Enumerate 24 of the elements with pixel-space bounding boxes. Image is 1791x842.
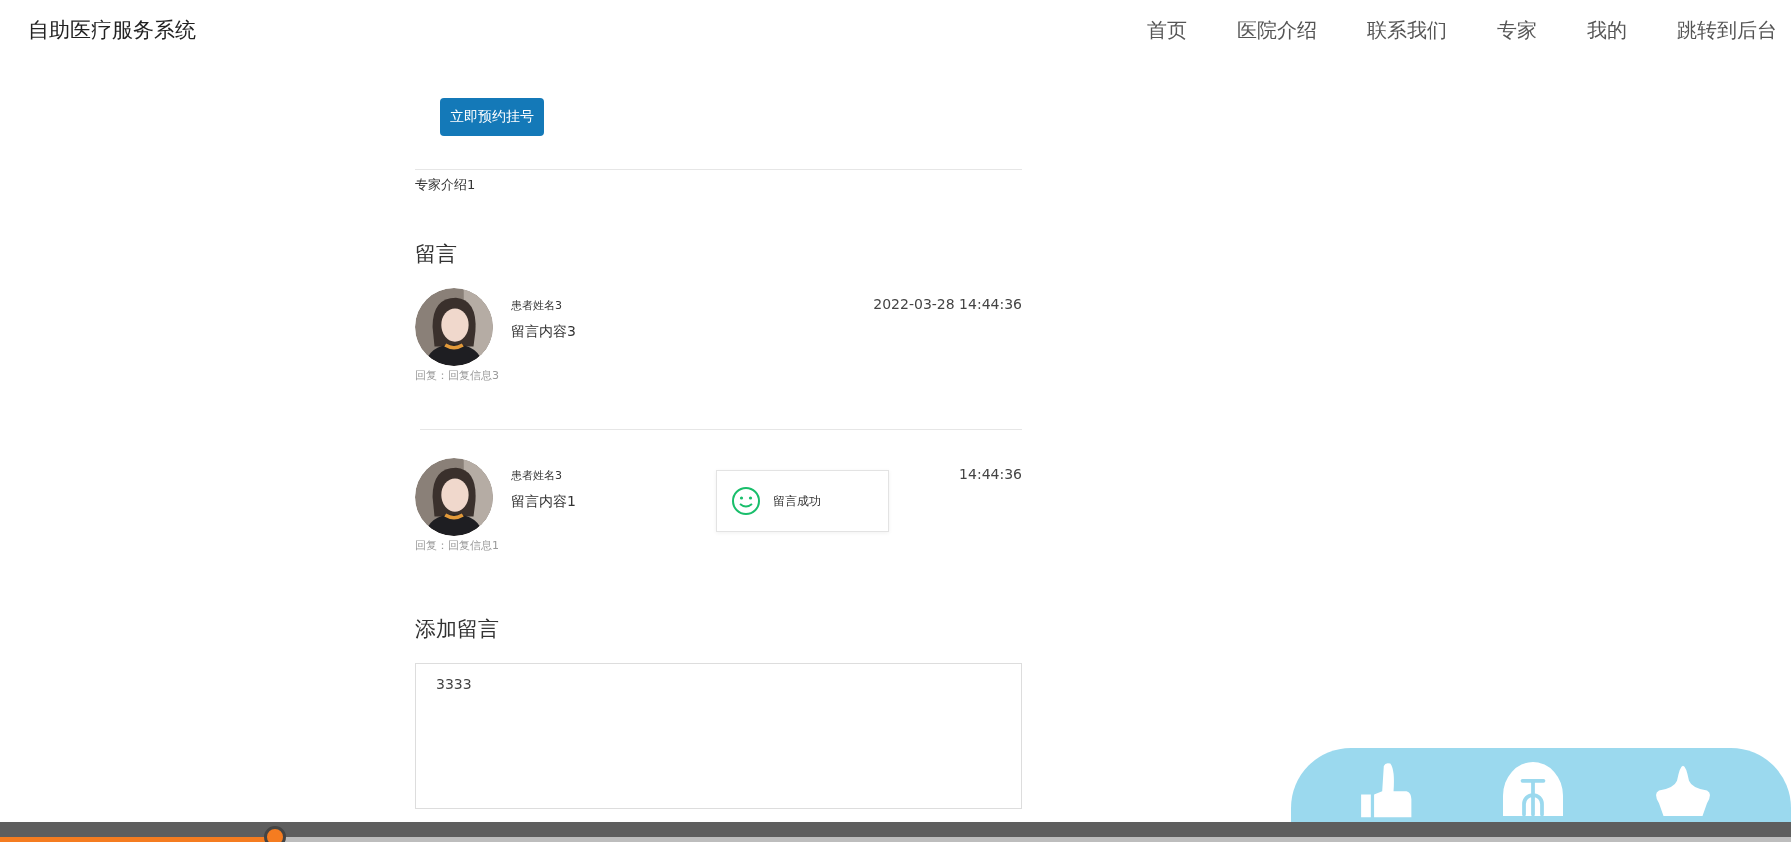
comment-input-field[interactable]: 3333 [415,663,1022,809]
comment-time: 2022-03-28 14:44:36 [873,296,1022,312]
smiley-icon [731,486,761,516]
nav-link[interactable]: 跳转到后台 [1677,16,1777,44]
comment-text: 留言内容1 [511,493,576,511]
site-title: 自助医疗服务系统 [28,17,196,44]
section-heading: 留言 [415,241,458,268]
comment-time: 14:44:36 [959,466,1022,482]
author-name: 患者姓名3 [511,298,562,313]
nav-link[interactable]: 专家 [1497,16,1537,44]
comment-text: 留言内容3 [511,323,576,341]
nav-link[interactable]: 首页 [1147,16,1187,44]
progress-handle[interactable] [264,826,286,842]
author-name: 患者姓名3 [511,468,562,483]
reply-text: 回复：回复信息3 [415,368,500,383]
nav-link[interactable]: 我的 [1587,16,1627,44]
section-heading: 添加留言 [415,616,500,643]
nav-link[interactable]: 联系我们 [1367,16,1447,44]
book-appointment-button[interactable]: 立即预约挂号 [440,98,544,136]
progress-track[interactable] [0,837,1791,842]
toast-message: 留言成功 [773,492,821,510]
expert-intro: 专家介绍1 [415,176,477,194]
nav-link[interactable]: 医院介绍 [1237,16,1317,44]
reply-text: 回复：回复信息1 [415,538,500,553]
